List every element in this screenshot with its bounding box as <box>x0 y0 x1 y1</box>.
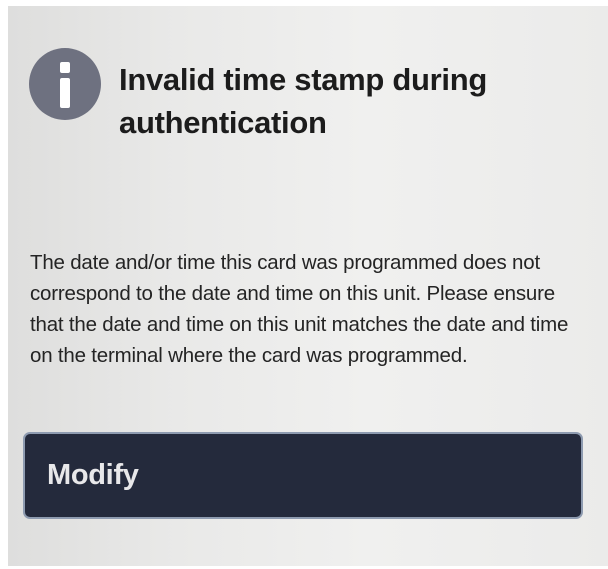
photo-frame: Invalid time stamp during authentication… <box>0 0 608 569</box>
dialog-message: The date and/or time this card was progr… <box>30 251 569 367</box>
modify-button[interactable]: Modify <box>23 432 583 519</box>
device-screen: Invalid time stamp during authentication… <box>8 6 608 566</box>
dialog-title: Invalid time stamp during authentication <box>119 62 487 140</box>
modify-button-label: Modify <box>47 459 139 491</box>
info-icon <box>29 48 101 120</box>
